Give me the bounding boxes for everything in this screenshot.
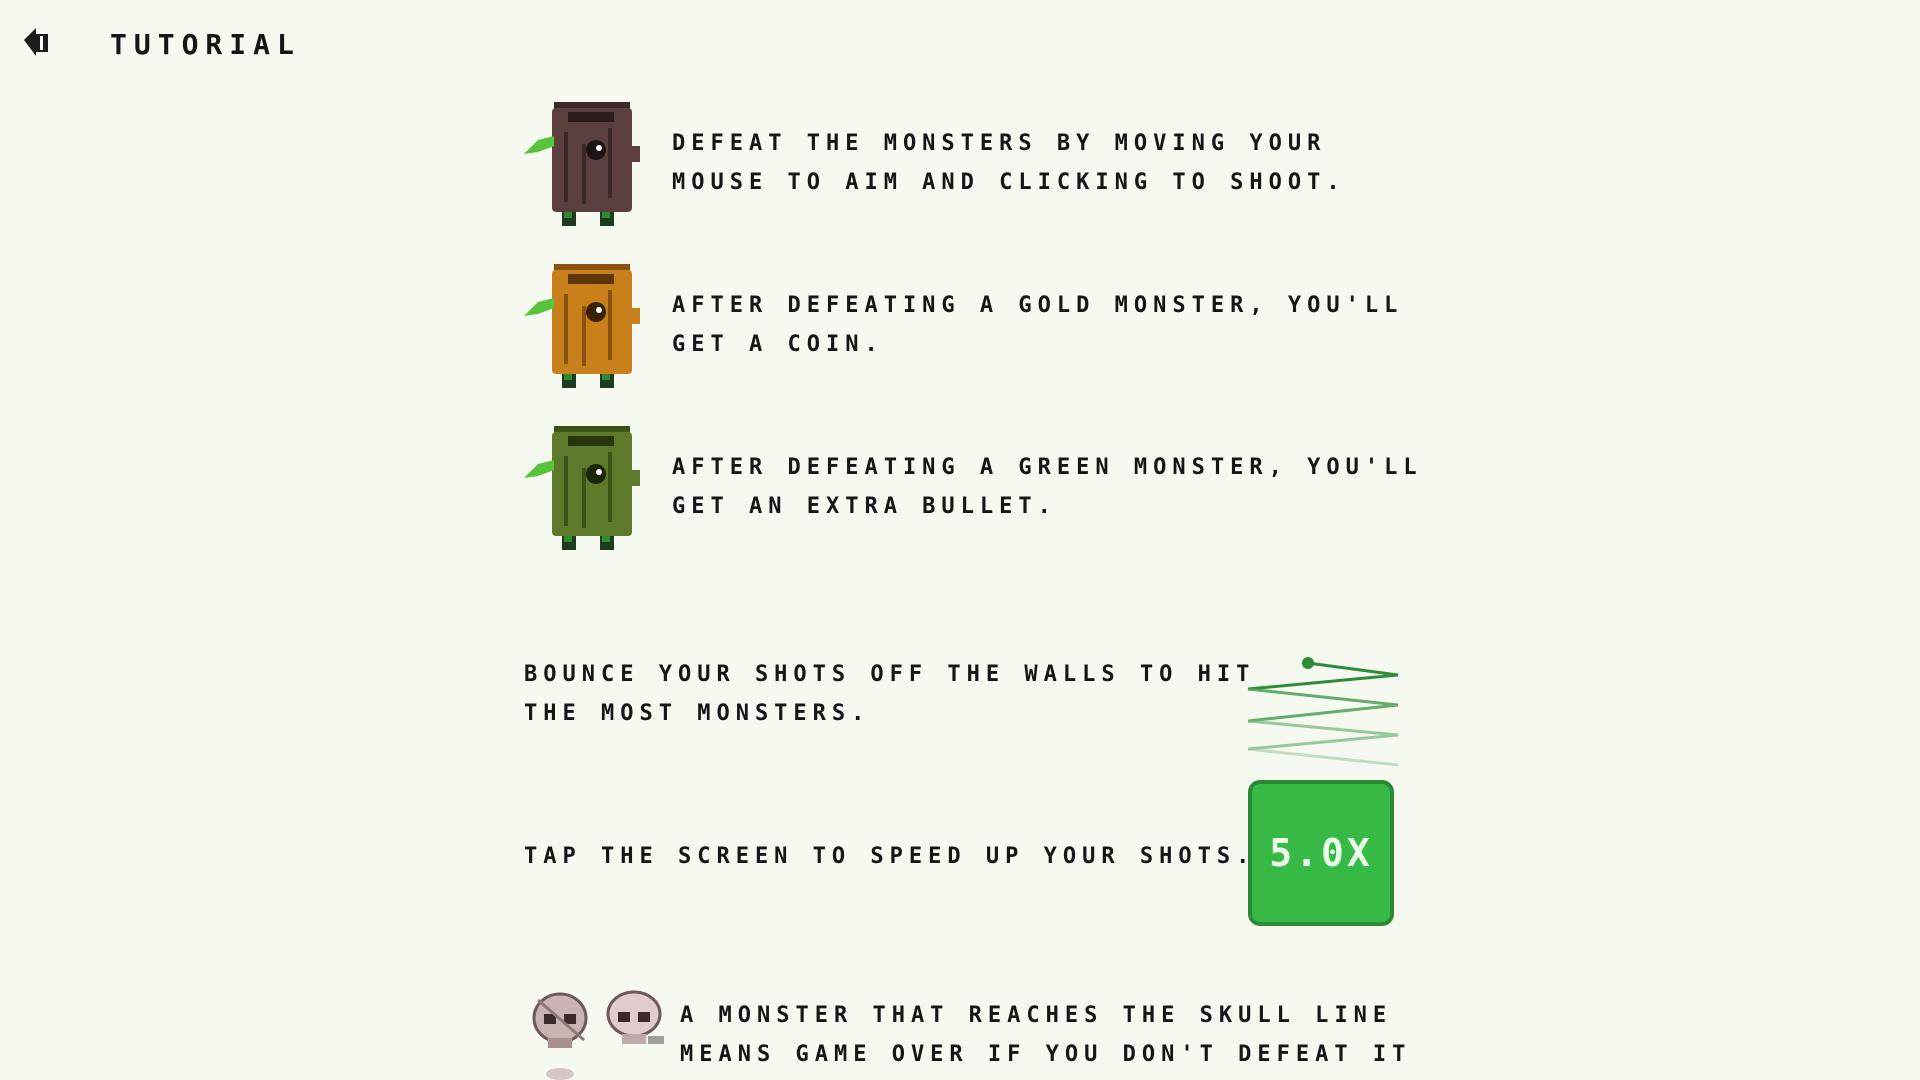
- tutorial-row-gold: AFTER DEFEATING A GOLD MONSTER, YOU'LL G…: [520, 260, 1403, 390]
- page-title: TUTORIAL: [110, 28, 301, 61]
- row-text-line: GET AN EXTRA BULLET.: [672, 494, 1057, 519]
- row-text-line: MOUSE TO AIM AND CLICKING TO SHOOT.: [672, 170, 1346, 195]
- row-text-line: BOUNCE YOUR SHOTS OFF THE WALLS TO HIT: [524, 662, 1256, 687]
- row-text-line: THE MOST MONSTERS.: [524, 701, 871, 726]
- tutorial-row-skull: A MONSTER THAT REACHES THE SKULL LINE ME…: [528, 990, 1411, 1080]
- skull-icon: [532, 990, 664, 1080]
- row-text-line: A MONSTER THAT REACHES THE SKULL LINE: [680, 1003, 1393, 1028]
- tutorial-row-speed: TAP THE SCREEN TO SPEED UP YOUR SHOTS.: [524, 837, 1255, 876]
- back-arrow-icon[interactable]: [20, 22, 54, 62]
- row-text-line: DEFEAT THE MONSTERS BY MOVING YOUR: [672, 131, 1327, 156]
- tutorial-row-bounce: BOUNCE YOUR SHOTS OFF THE WALLS TO HIT T…: [524, 655, 1255, 733]
- tutorial-row-green: AFTER DEFEATING A GREEN MONSTER, YOU'LL …: [520, 422, 1423, 552]
- row-text-line: AFTER DEFEATING A GOLD MONSTER, YOU'LL: [672, 293, 1404, 318]
- tutorial-row-defeat: DEFEAT THE MONSTERS BY MOVING YOUR MOUSE…: [520, 98, 1346, 228]
- green-monster-icon: [524, 426, 640, 550]
- row-text-line: GET A COIN.: [672, 332, 884, 357]
- row-text-line: TAP THE SCREEN TO SPEED UP YOUR SHOTS.: [524, 844, 1256, 869]
- speed-multiplier-button[interactable]: 5.0X: [1248, 780, 1394, 926]
- brown-monster-icon: [524, 102, 640, 226]
- row-text-line: MEANS GAME OVER IF YOU DON'T DEFEAT IT: [680, 1042, 1412, 1067]
- row-text-line: AFTER DEFEATING A GREEN MONSTER, YOU'LL: [672, 455, 1423, 480]
- header: TUTORIAL: [0, 0, 1920, 90]
- bounce-path-icon: [1247, 657, 1399, 767]
- gold-monster-icon: [524, 264, 640, 388]
